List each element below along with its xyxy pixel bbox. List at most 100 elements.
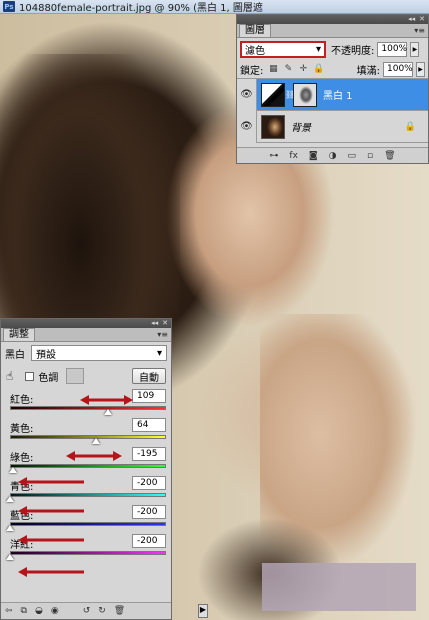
slider-row: 藍色: -200 (1, 504, 171, 533)
preset-value: 預設 (36, 349, 56, 361)
close-icon[interactable]: ✕ (162, 319, 168, 328)
lock-transparency-icon[interactable]: ▦ (268, 64, 278, 74)
slider-value-input[interactable]: 64 (132, 418, 166, 432)
slider-list: 紅色: 109 黃色: 64 綠色: -195 青色: -200 藍色: -200 洋紅: -200 (1, 388, 171, 562)
adjustment-type: 黑白 (5, 349, 25, 361)
tint-checkbox[interactable] (25, 371, 35, 381)
layer-row-bw[interactable]: 👁 ⛓ 黑白 1 (237, 78, 428, 111)
slider-row: 洋紅: -200 (1, 533, 171, 562)
auto-button[interactable]: 自動 (132, 368, 166, 384)
fill-input[interactable]: 100% (383, 61, 413, 77)
slider-label: 青色: (10, 482, 34, 493)
scroll-right-icon[interactable]: ▶ (198, 604, 208, 618)
eye-icon[interactable]: 👁 (237, 78, 257, 111)
blend-mode-select[interactable]: 濾色 ▾ (240, 40, 326, 58)
slider-label: 黃色: (10, 424, 34, 435)
slider-value-input[interactable]: -200 (132, 534, 166, 548)
preset-select[interactable]: 預設 ▾ (31, 345, 167, 361)
lock-all-icon[interactable]: 🔒 (313, 64, 324, 74)
slider-row: 綠色: -195 (1, 446, 171, 475)
close-icon[interactable]: ✕ (419, 15, 425, 24)
slider-track[interactable] (10, 522, 166, 526)
layer-name: 黑白 1 (323, 91, 353, 102)
opacity-label: 不透明度: (331, 45, 375, 57)
opacity-arrow-icon[interactable]: ▶ (410, 41, 420, 57)
chain-link-icon[interactable]: ⛓ (285, 90, 295, 99)
chevron-down-icon: ▾ (156, 347, 162, 359)
bw-adjustment-thumbnail[interactable] (261, 82, 285, 107)
layer-name: 背景 (291, 123, 311, 134)
visibility-icon[interactable]: ◉ (51, 606, 59, 616)
expand-view-icon[interactable]: ⧉ (21, 606, 27, 616)
adjustments-panel: ◂◂ ✕ 調整 ▾≡ 黑白 預設 ▾ ☝ 色調 自動 紅色: 109 黃色: 64 綠色… (0, 318, 172, 620)
document-titlebar: Ps 104880female-portrait.jpg @ 90% (黑白 1… (0, 0, 429, 14)
slider-track[interactable] (10, 435, 166, 439)
slider-knob[interactable] (6, 525, 14, 531)
slider-knob[interactable] (104, 409, 113, 415)
link-icon[interactable]: ⊶ (269, 151, 278, 161)
slider-label: 洋紅: (10, 540, 34, 551)
tab-layers[interactable]: 圖層 (239, 24, 271, 37)
previous-state-icon[interactable]: ↺ (83, 606, 91, 616)
panel-menu-icon[interactable]: ▾≡ (414, 26, 425, 35)
reset-icon[interactable]: ↻ (98, 606, 106, 616)
panel-topbar: ◂◂ ✕ (237, 15, 428, 24)
slider-knob[interactable] (6, 554, 14, 560)
mask-icon[interactable]: ◙ (309, 151, 318, 161)
clip-layer-icon[interactable]: ◒ (35, 606, 43, 616)
targeted-adjust-hand-icon[interactable]: ☝ (6, 369, 13, 383)
slider-knob[interactable] (91, 438, 100, 444)
document-title: 104880female-portrait.jpg @ 90% (黑白 1, 圖… (19, 3, 263, 14)
adjust-footer: ⇦ ⧉ ◒ ◉ ↺ ↻ 🗑 (1, 602, 171, 619)
tint-label: 色調 (38, 372, 59, 384)
chevron-down-icon: ▾ (315, 43, 321, 55)
blend-row: 濾色 ▾ 不透明度: 100% ▶ (237, 38, 428, 60)
new-layer-icon[interactable]: ▫ (367, 151, 373, 161)
slider-label: 紅色: (10, 395, 34, 406)
eye-icon[interactable]: 👁 (237, 110, 257, 143)
tab-adjustments[interactable]: 調整 (3, 328, 35, 341)
photoshop-icon: Ps (3, 1, 15, 12)
lock-label: 鎖定: (240, 65, 264, 77)
slider-label: 藍色: (10, 511, 34, 522)
slider-row: 青色: -200 (1, 475, 171, 504)
slider-value-input[interactable]: -200 (132, 505, 166, 519)
slider-knob[interactable] (6, 496, 14, 502)
collapse-icon[interactable]: ◂◂ (408, 15, 415, 24)
trash-icon[interactable]: 🗑 (384, 151, 395, 161)
group-icon[interactable]: ▭ (348, 151, 357, 161)
slider-row: 紅色: 109 (1, 388, 171, 417)
layer-mask-thumbnail[interactable] (293, 82, 317, 107)
back-arrow-icon[interactable]: ⇦ (5, 606, 13, 616)
panel-menu-icon[interactable]: ▾≡ (157, 330, 168, 339)
slider-track[interactable] (10, 464, 166, 468)
background-thumbnail[interactable] (261, 114, 285, 139)
lock-pixels-icon[interactable]: ✎ (283, 64, 293, 74)
slider-row: 黃色: 64 (1, 417, 171, 446)
adjust-tab-row: 調整 ▾≡ (1, 328, 171, 342)
slider-track[interactable] (10, 493, 166, 497)
watermark-box (262, 563, 416, 611)
tint-color-swatch[interactable] (66, 368, 85, 384)
slider-value-input[interactable]: -195 (132, 447, 166, 461)
lock-position-icon[interactable]: ✛ (298, 64, 308, 74)
slider-value-input[interactable]: 109 (132, 389, 166, 403)
layer-row-background[interactable]: 👁 背景 🔒 (237, 110, 428, 143)
layers-tab-row: 圖層 ▾≡ (237, 24, 428, 38)
slider-value-input[interactable]: -200 (132, 476, 166, 490)
lock-row: 鎖定: ▦ ✎ ✛ 🔒 填滿: 100% ▶ (237, 60, 428, 79)
slider-track[interactable] (10, 406, 166, 410)
layers-footer: ⊶ fx ◙ ◑ ▭ ▫ 🗑 (237, 147, 428, 163)
adjust-tools-row: ☝ 色調 自動 (1, 364, 171, 388)
fill-label: 填滿: (356, 65, 380, 77)
slider-knob[interactable] (9, 467, 18, 473)
blend-mode-value: 濾色 (245, 45, 265, 57)
fx-icon[interactable]: fx (289, 151, 298, 161)
delete-adjustment-icon[interactable]: 🗑 (114, 606, 125, 616)
collapse-icon[interactable]: ◂◂ (151, 319, 158, 328)
lock-icon: 🔒 (404, 121, 416, 132)
slider-track[interactable] (10, 551, 166, 555)
adjustment-icon[interactable]: ◑ (329, 151, 337, 161)
fill-arrow-icon[interactable]: ▶ (416, 61, 425, 77)
opacity-input[interactable]: 100% (377, 41, 408, 57)
